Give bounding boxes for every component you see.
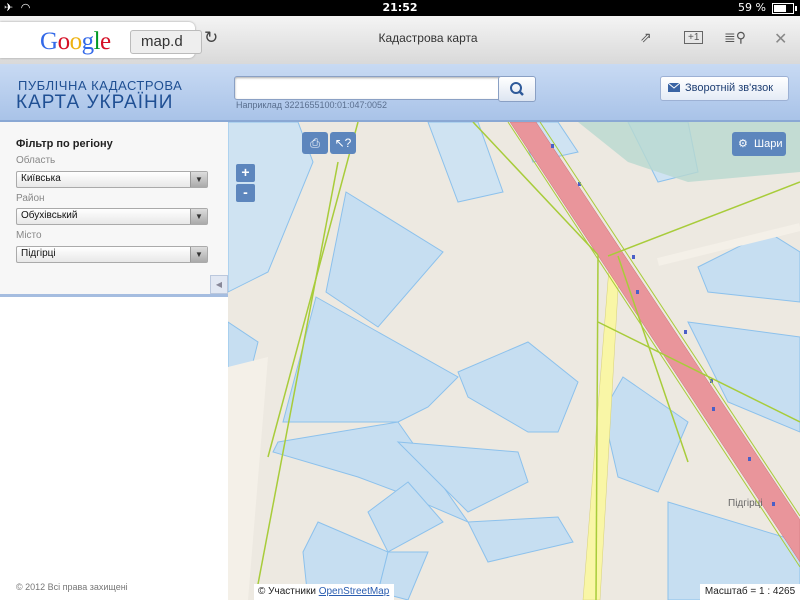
attribution-text: © Участники bbox=[258, 586, 316, 597]
page-title: Кадастрова карта bbox=[378, 31, 478, 45]
sidebar: Фільтр по регіону Область Київська ▼ Рай… bbox=[0, 122, 228, 600]
scale-indicator: Масштаб = 1 : 4265 bbox=[700, 584, 800, 600]
oblast-select[interactable]: Київська ▼ bbox=[16, 171, 208, 188]
cadastral-search-input[interactable] bbox=[234, 76, 502, 100]
search-button[interactable] bbox=[498, 76, 536, 102]
printer-icon: ⎙ bbox=[310, 136, 320, 150]
zoom-in-button[interactable]: + bbox=[236, 164, 255, 182]
site-logo-line1: ПУБЛІЧНА КАДАСТРОВА bbox=[18, 78, 183, 93]
site-logo-line2: КАРТА УКРАЇНИ bbox=[16, 92, 174, 113]
chevron-down-icon: ▼ bbox=[190, 247, 207, 262]
search-hint: Наприклад 3221655100:01:047:0052 bbox=[236, 100, 388, 110]
site-header: ПУБЛІЧНА КАДАСТРОВА КАРТА УКРАЇНИ Наприк… bbox=[0, 64, 800, 122]
battery-percent: 59 % bbox=[738, 1, 766, 14]
google-logo: Google bbox=[40, 28, 111, 55]
chevron-down-icon: ▼ bbox=[190, 172, 207, 187]
reload-icon[interactable]: ↻ bbox=[204, 28, 218, 48]
district-select[interactable]: Обухівський ▼ bbox=[16, 208, 208, 225]
city-select[interactable]: Підгірці ▼ bbox=[16, 246, 208, 263]
tabs-icon[interactable]: +1 bbox=[684, 31, 704, 44]
battery-icon bbox=[772, 3, 797, 14]
address-bar[interactable]: map.d bbox=[130, 30, 202, 54]
google-search-tab[interactable]: Google map.d bbox=[0, 22, 202, 58]
openstreetmap-link[interactable]: OpenStreetMap bbox=[319, 586, 390, 597]
chevron-left-icon: ◀ bbox=[215, 280, 223, 289]
place-label: Підгірці bbox=[728, 498, 763, 509]
cadastral-map[interactable]: ⎙ ↖? + - ⚙ Шари Підгірці © Участники Ope… bbox=[228, 122, 800, 600]
search-icon bbox=[510, 82, 524, 96]
collapse-sidebar-button[interactable]: ◀ bbox=[210, 275, 228, 294]
map-canvas[interactable] bbox=[228, 122, 800, 600]
region-filter-panel: Фільтр по регіону Область Київська ▼ Рай… bbox=[0, 122, 228, 297]
feedback-label: Зворотній зв'язок bbox=[685, 82, 774, 94]
oblast-value: Київська bbox=[21, 173, 61, 184]
zoom-out-button[interactable]: - bbox=[236, 184, 255, 202]
envelope-icon bbox=[668, 83, 680, 92]
ios-status-bar: ✈ ◠ 21:52 59 % bbox=[0, 0, 800, 16]
cursor-question-icon: ↖? bbox=[334, 136, 352, 150]
status-time: 21:52 bbox=[382, 1, 418, 14]
district-label: Район bbox=[16, 193, 45, 204]
print-button[interactable]: ⎙ bbox=[302, 132, 328, 154]
share-icon[interactable]: ⇗ bbox=[640, 29, 652, 46]
filter-title: Фільтр по регіону bbox=[16, 138, 113, 150]
layers-label: Шари bbox=[754, 138, 783, 150]
layers-button[interactable]: ⚙ Шари bbox=[732, 132, 786, 156]
copyright: © 2012 Всі права захищені bbox=[16, 582, 128, 592]
browser-toolbar: Google map.d ↻ Кадастрова карта ⇗ +1 ≣⚲ … bbox=[0, 16, 800, 65]
city-label: Місто bbox=[16, 230, 42, 241]
chevron-down-icon: ▼ bbox=[190, 209, 207, 224]
parcels bbox=[228, 122, 800, 600]
identify-button[interactable]: ↖? bbox=[330, 132, 356, 154]
city-value: Підгірці bbox=[21, 248, 56, 259]
oblast-label: Область bbox=[16, 155, 56, 166]
close-icon[interactable]: ✕ bbox=[774, 29, 787, 49]
district-value: Обухівський bbox=[21, 210, 78, 221]
gear-icon: ⚙ bbox=[738, 138, 748, 150]
reader-search-icon[interactable]: ≣⚲ bbox=[724, 29, 746, 46]
feedback-button[interactable]: Зворотній зв'язок bbox=[660, 76, 789, 101]
map-attribution: © Участники OpenStreetMap bbox=[254, 584, 394, 600]
